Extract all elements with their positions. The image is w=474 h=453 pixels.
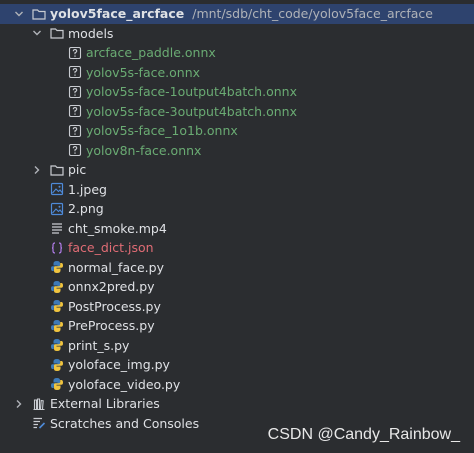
unknown-file-icon	[67, 104, 82, 119]
python-file-icon	[49, 338, 64, 353]
file-name: yoloface_img.py	[68, 357, 170, 373]
file-name: cht_smoke.mp4	[68, 220, 167, 236]
folder-icon	[49, 162, 64, 177]
scratches-icon	[31, 416, 46, 431]
tree-row-external-libraries[interactable]: External Libraries	[0, 394, 474, 414]
file-name: 2.png	[68, 201, 104, 217]
tree-row-image-file[interactable]: 1.jpeg	[0, 180, 474, 200]
tree-row-python-file[interactable]: PreProcess.py	[0, 316, 474, 336]
file-name: yolov8n-face.onnx	[86, 142, 202, 158]
tree-row-python-file[interactable]: yoloface_video.py	[0, 375, 474, 395]
tree-row-python-file[interactable]: normal_face.py	[0, 258, 474, 278]
file-name: PreProcess.py	[68, 318, 155, 334]
libraries-icon	[31, 396, 46, 411]
file-name: 1.jpeg	[68, 181, 107, 197]
chevron-right-icon[interactable]	[13, 398, 25, 410]
project-tree: yolov5face_arcface /mnt/sdb/cht_code/yol…	[0, 4, 474, 433]
tree-row-model-file[interactable]: yolov5s-face_1o1b.onnx	[0, 121, 474, 141]
unknown-file-icon	[67, 45, 82, 60]
tree-row-model-file[interactable]: yolov5s-face.onnx	[0, 63, 474, 83]
image-file-icon	[49, 201, 64, 216]
unknown-file-icon	[67, 123, 82, 138]
file-name: yoloface_video.py	[68, 376, 181, 392]
tree-row-model-file[interactable]: arcface_paddle.onnx	[0, 43, 474, 63]
tree-row-pic-folder[interactable]: pic	[0, 160, 474, 180]
file-name: PostProcess.py	[68, 298, 161, 314]
folder-name: pic	[68, 162, 87, 178]
python-file-icon	[49, 299, 64, 314]
tree-row-model-file[interactable]: yolov8n-face.onnx	[0, 141, 474, 161]
file-name: yolov5s-face.onnx	[86, 64, 201, 80]
text-file-icon	[49, 221, 64, 236]
tree-row-image-file[interactable]: 2.png	[0, 199, 474, 219]
unknown-file-icon	[67, 84, 82, 99]
unknown-file-icon	[67, 65, 82, 80]
python-file-icon	[49, 260, 64, 275]
scratches-label: Scratches and Consoles	[50, 415, 200, 431]
tree-row-python-file[interactable]: print_s.py	[0, 336, 474, 356]
tree-row-model-file[interactable]: yolov5s-face-3output4batch.onnx	[0, 102, 474, 122]
file-name: onnx2pred.py	[68, 279, 155, 295]
project-name: yolov5face_arcface	[50, 6, 185, 22]
folder-name: models	[68, 25, 114, 41]
folder-icon	[31, 6, 46, 21]
watermark: CSDN @Candy_Rainbow_	[267, 426, 460, 443]
file-name: yolov5s-face_1o1b.onnx	[86, 123, 238, 139]
tree-row-python-file[interactable]: yoloface_img.py	[0, 355, 474, 375]
chevron-down-icon[interactable]	[31, 27, 43, 39]
file-name: yolov5s-face-3output4batch.onnx	[86, 103, 297, 119]
image-file-icon	[49, 182, 64, 197]
chevron-down-icon[interactable]	[13, 8, 25, 20]
project-path: /mnt/sdb/cht_code/yolov5face_arcface	[192, 6, 433, 22]
folder-icon	[49, 26, 64, 41]
tree-row-project-root[interactable]: yolov5face_arcface /mnt/sdb/cht_code/yol…	[0, 4, 474, 24]
file-name: face_dict.json	[68, 240, 154, 256]
file-name: arcface_paddle.onnx	[86, 45, 216, 61]
python-file-icon	[49, 279, 64, 294]
python-file-icon	[49, 377, 64, 392]
file-name: normal_face.py	[68, 259, 164, 275]
external-libraries-label: External Libraries	[50, 396, 160, 412]
tree-row-python-file[interactable]: PostProcess.py	[0, 297, 474, 317]
file-name: print_s.py	[68, 337, 130, 353]
tree-row-video-file[interactable]: cht_smoke.mp4	[0, 219, 474, 239]
json-file-icon	[49, 240, 64, 255]
unknown-file-icon	[67, 143, 82, 158]
python-file-icon	[49, 318, 64, 333]
chevron-right-icon[interactable]	[31, 164, 43, 176]
tree-row-json-file[interactable]: face_dict.json	[0, 238, 474, 258]
tree-row-python-file[interactable]: onnx2pred.py	[0, 277, 474, 297]
tree-row-models-folder[interactable]: models	[0, 24, 474, 44]
file-name: yolov5s-face-1output4batch.onnx	[86, 84, 297, 100]
tree-row-model-file[interactable]: yolov5s-face-1output4batch.onnx	[0, 82, 474, 102]
python-file-icon	[49, 357, 64, 372]
